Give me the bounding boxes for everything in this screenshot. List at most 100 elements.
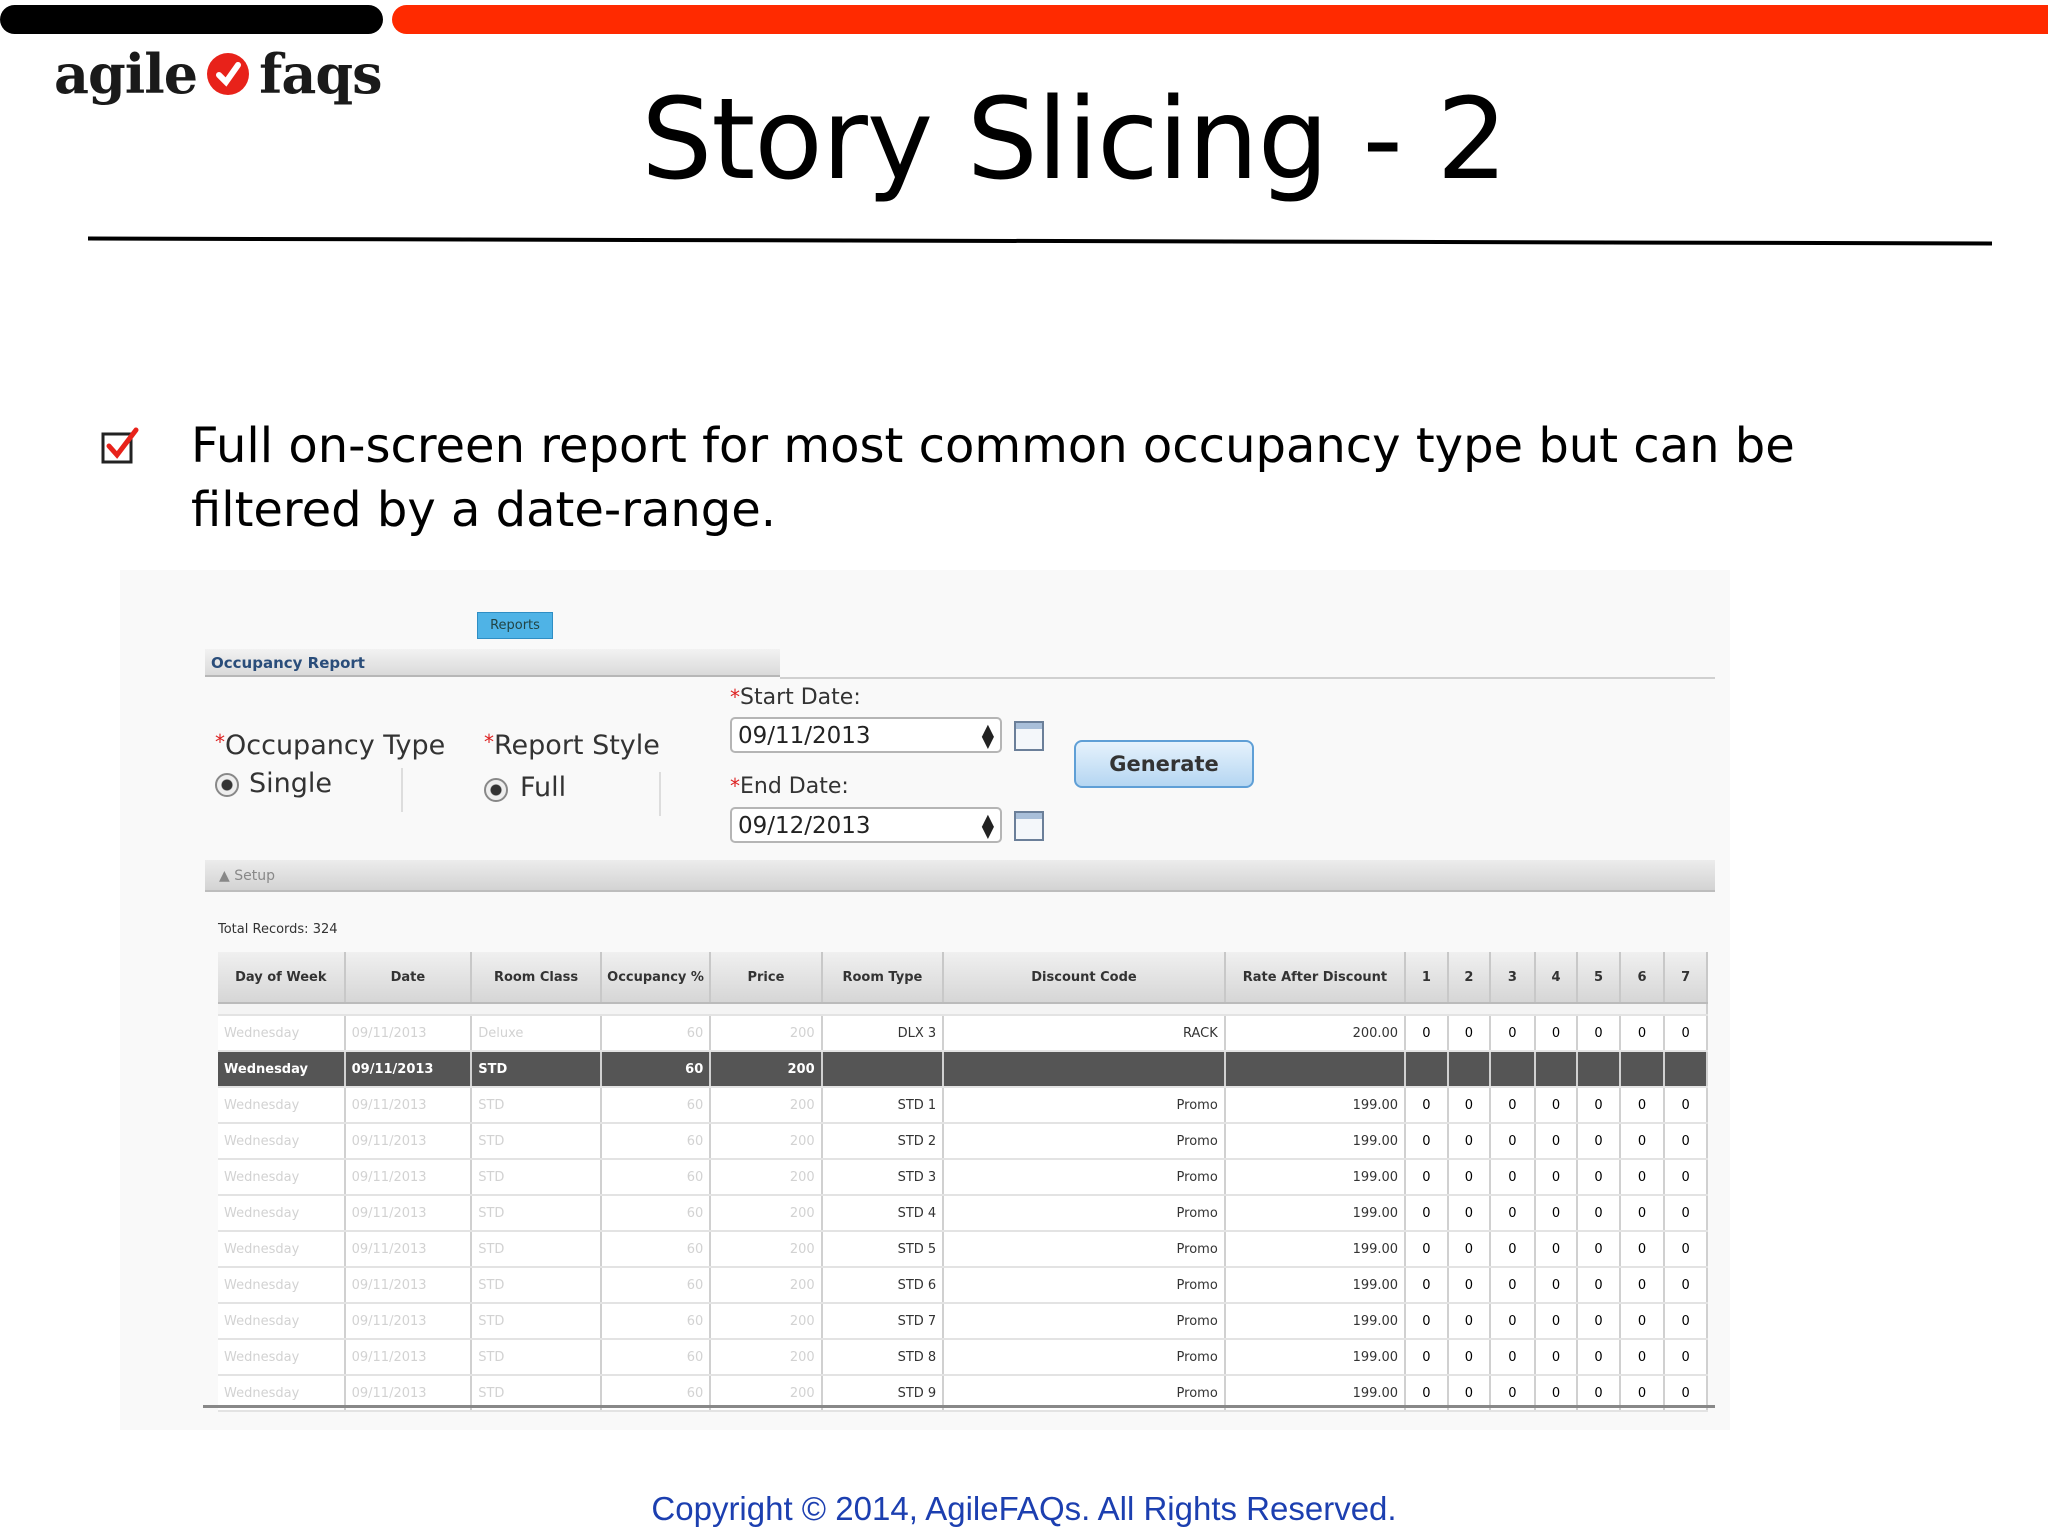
column-header[interactable]: Room Class [471,952,602,1004]
table-row[interactable]: Wednesday 09/11/2013 STD 60 200 STD 2 Promo 199… [218,1123,1708,1160]
start-date-field[interactable]: 09/11/2013 ▲ ▼ [730,717,1002,753]
tab-reports[interactable]: Reports [477,612,553,639]
table-cell: 0 [1577,1087,1621,1124]
column-header[interactable]: 3 [1490,952,1536,1004]
bullet-text: Full on-screen report for most common oc… [191,418,1795,538]
table-row[interactable]: Wednesday 09/11/2013 Deluxe 60 200 DLX 3… [218,1015,1708,1052]
table-header-row: Day of Week Date Room Class Occupancy % … [218,952,1708,1004]
column-header[interactable]: 2 [1447,952,1492,1004]
generate-button[interactable]: Generate [1074,740,1254,788]
table-cell: Wednesday [218,1231,346,1268]
table-cell: 60 [600,1267,712,1304]
end-date-field[interactable]: 09/12/2013 ▲ ▼ [730,807,1002,843]
table-spacer-row [218,1003,1708,1016]
table-row[interactable]: Wednesday 09/11/2013 STD 60 200 STD 8 Promo 199… [218,1339,1708,1376]
table-cell: 0 [1490,1159,1536,1196]
title-underline [87,236,1993,246]
table-cell: 09/11/2013 [344,1231,473,1268]
table-cell: 0 [1534,1159,1579,1196]
column-header[interactable]: 5 [1577,952,1621,1004]
table-cell: STD 8 [821,1339,945,1376]
table-row[interactable]: Wednesday 09/11/2013 STD 60 200 STD 7 Promo 199… [218,1303,1708,1340]
table-cell: 0 [1490,1267,1536,1304]
table-cell: Promo [943,1339,1226,1376]
spinner-icon[interactable]: ▲ ▼ [982,812,994,840]
table-cell: STD [471,1195,602,1232]
setup-toggle[interactable]: ▲ Setup [205,860,1715,892]
table-row-selected[interactable]: Wednesday 09/11/2013 STD 60 200 [218,1051,1708,1088]
radio-full[interactable] [484,778,508,802]
table-cell: 200 [710,1159,823,1196]
radio-single[interactable] [215,773,239,797]
table-cell: Promo [943,1267,1226,1304]
occupancy-type-label: *Occupancy Type [215,730,446,761]
table-cell: 60 [600,1159,712,1196]
column-header[interactable]: 6 [1619,952,1666,1004]
table-cell: 0 [1619,1159,1666,1196]
table-cell: 09/11/2013 [344,1123,473,1160]
column-header[interactable]: Discount Code [943,952,1226,1004]
table-cell: 0 [1664,1267,1708,1304]
table-row[interactable]: Wednesday 09/11/2013 STD 60 200 STD 3 Promo 199… [218,1159,1708,1196]
column-header[interactable]: 7 [1664,952,1708,1004]
start-date-value: 09/11/2013 [738,723,871,749]
table-row[interactable]: Wednesday 09/11/2013 STD 60 200 STD 1 Promo 199… [218,1087,1708,1124]
field-separator [659,772,661,816]
table-cell: 60 [600,1303,712,1340]
column-header[interactable]: 1 [1405,952,1449,1004]
column-header[interactable]: Day of Week [218,952,346,1004]
table-cell: 60 [600,1231,712,1268]
table-cell: 60 [600,1339,712,1376]
column-header[interactable]: 4 [1534,952,1579,1004]
table-cell: 0 [1577,1339,1621,1376]
table-cell: STD [471,1123,602,1160]
top-bar-black [0,5,383,34]
table-cell: 09/11/2013 [344,1087,473,1124]
copyright-footer: Copyright © 2014, AgileFAQs. All Rights … [651,1490,1397,1527]
table-cell: 0 [1405,1339,1449,1376]
table-cell: 0 [1664,1087,1708,1124]
table-cell: 0 [1664,1195,1708,1232]
total-records: Total Records: 324 [218,922,338,937]
table-cell: STD [471,1087,602,1124]
calendar-icon[interactable] [1014,811,1044,841]
table-cell: 0 [1577,1231,1621,1268]
table-row[interactable]: Wednesday 09/11/2013 STD 60 200 STD 6 Promo 199… [218,1267,1708,1304]
spinner-icon[interactable]: ▲ ▼ [982,722,994,750]
calendar-icon[interactable] [1014,721,1044,751]
start-date-label: *Start Date: [730,685,861,710]
checkbox-checked-icon [101,427,139,464]
table-cell: 0 [1577,1303,1621,1340]
occupancy-type-value: Single [249,768,333,799]
table-row[interactable]: Wednesday 09/11/2013 STD 60 200 STD 4 Promo 199… [218,1195,1708,1232]
table-cell: 200 [710,1195,823,1232]
table-cell: 200 [710,1267,823,1304]
column-header[interactable]: Occupancy % [600,952,712,1004]
table-cell: 199.00 [1224,1339,1407,1376]
table-cell: STD 3 [821,1159,945,1196]
table-cell: 0 [1534,1267,1579,1304]
slide-title: Story Slicing - 2 [641,75,1507,205]
end-date-label: *End Date: [730,774,849,799]
collapse-triangle-icon: ▲ [219,868,235,884]
table-cell: 0 [1619,1339,1666,1376]
table-cell: 0 [1447,1087,1492,1124]
table-cell: 09/11/2013 [344,1159,473,1196]
table-cell: STD 7 [821,1303,945,1340]
table-cell: 60 [600,1195,712,1232]
table-cell: 0 [1664,1231,1708,1268]
table-row[interactable]: Wednesday 09/11/2013 STD 60 200 STD 5 Promo 199… [218,1231,1708,1268]
table-cell: 0 [1534,1123,1579,1160]
table-cell: 0 [1490,1231,1536,1268]
column-header[interactable]: Room Type [821,952,945,1004]
table-cell: 60 [600,1123,712,1160]
table-cell: 0 [1577,1123,1621,1160]
table-cell: 199.00 [1224,1195,1407,1232]
table-cell: STD 4 [821,1195,945,1232]
column-header[interactable]: Price [710,952,823,1004]
table-cell: 0 [1447,1339,1492,1376]
table-cell: STD [471,1303,602,1340]
column-header[interactable]: Rate After Discount [1224,952,1407,1004]
column-header[interactable]: Date [344,952,473,1004]
table-cell: STD 2 [821,1123,945,1160]
